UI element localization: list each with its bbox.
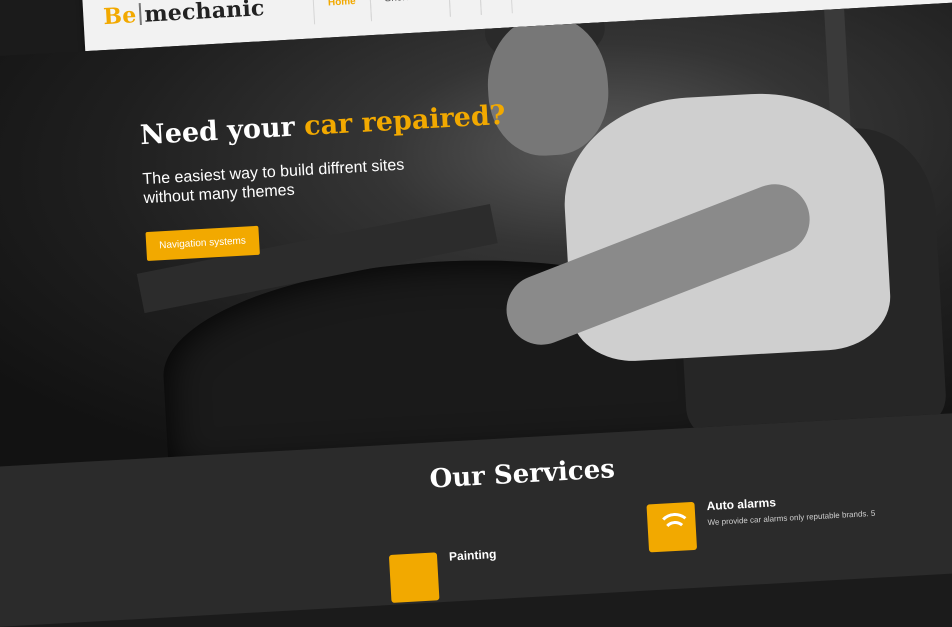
logo[interactable]: Be mechanic [103,0,265,30]
services-title: Our Services [428,454,616,495]
nav-item-4[interactable] [478,0,514,15]
service-name-painting[interactable]: Painting [449,547,497,564]
page: Bemechanic Home Shortcodes Need your car… [0,0,952,627]
main-nav: Home Shortcodes [311,0,514,25]
logo-divider [138,2,142,26]
hero-section [0,0,952,468]
logo-suffix: mechanic [143,0,266,28]
paint-icon [388,552,440,603]
nav-item-shortcodes[interactable]: Shortcodes [368,0,452,22]
logo-prefix: Be [102,2,138,31]
nav-item-3[interactable] [447,0,483,17]
service-name-auto-alarms[interactable]: Auto alarms [706,495,776,513]
nav-item-home[interactable]: Home [311,0,372,25]
signal-wave-icon [646,501,698,553]
